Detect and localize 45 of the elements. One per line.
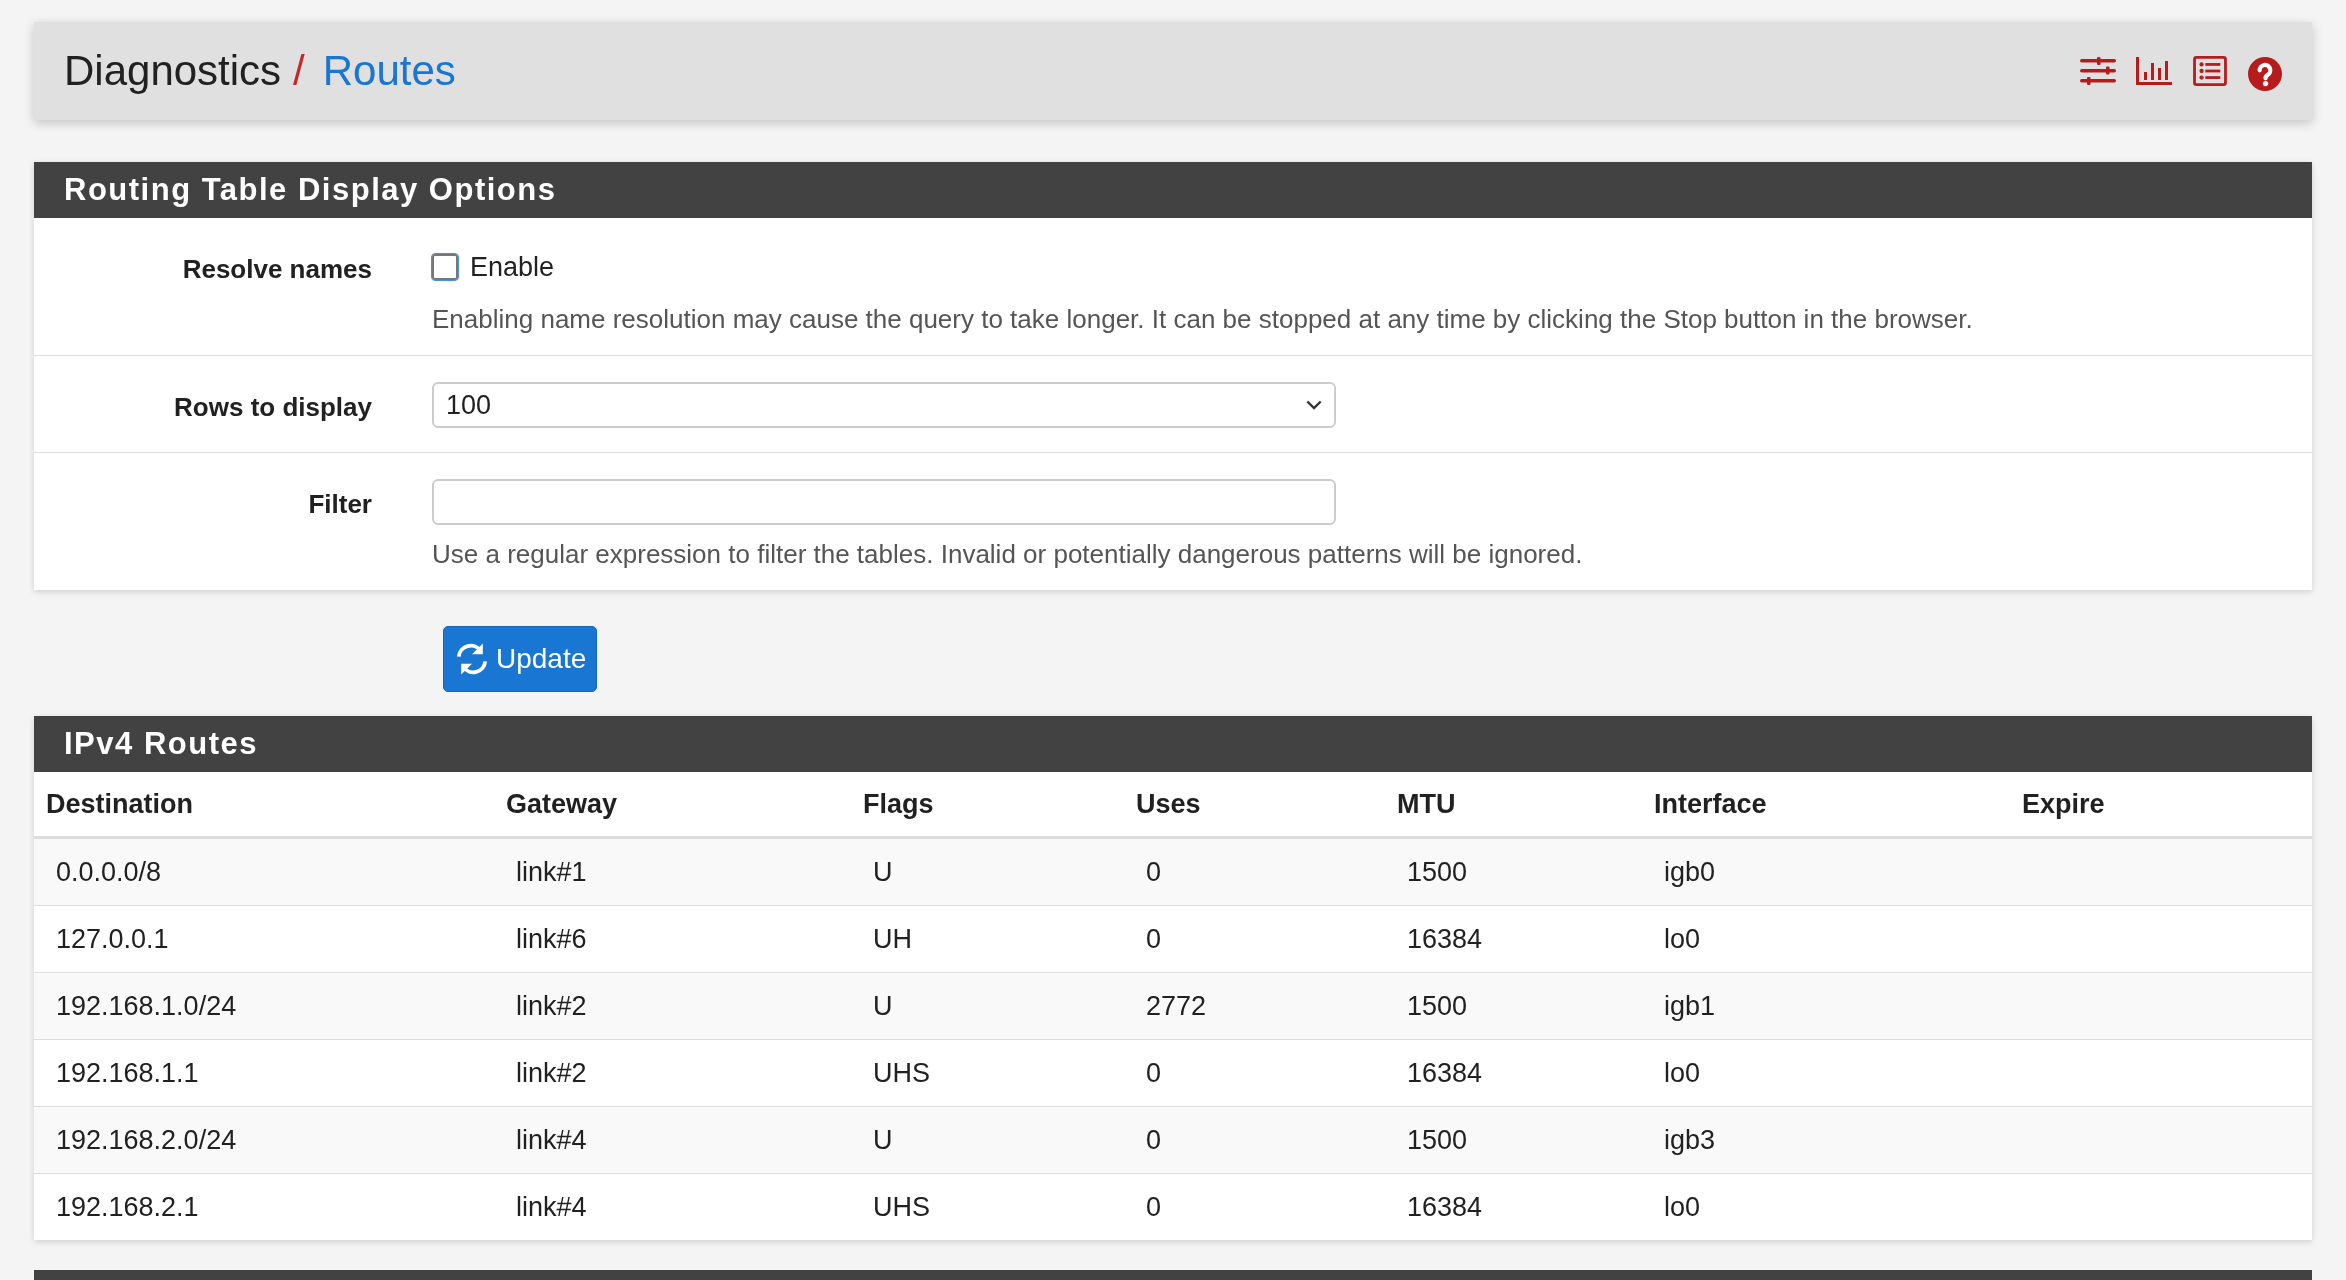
table-cell: lo0: [1642, 1173, 2010, 1240]
table-cell: 0: [1124, 1106, 1385, 1174]
rows-select[interactable]: 100: [432, 382, 1336, 428]
panel-heading: Routing Table Display Options: [34, 162, 2312, 218]
help-text: Use a regular expression to filter the tables. Invalid or potentially dangerous patterns will be ignored.: [432, 539, 1584, 570]
table-cell: U: [851, 1106, 1124, 1174]
caret-icon: [1306, 399, 1322, 411]
page-title: Routes: [322, 47, 456, 95]
table-cell: 1500: [1385, 1106, 1642, 1174]
field-label: Filter: [307, 488, 373, 521]
table-cell: UHS: [851, 1173, 1124, 1240]
update-button[interactable]: Update: [443, 626, 598, 692]
table-cell: link#1: [494, 837, 851, 906]
breadcrumb-section[interactable]: Diagnostics: [64, 47, 282, 95]
sliders-icon[interactable]: [2080, 56, 2116, 86]
bar-chart-icon[interactable]: [2136, 56, 2172, 86]
table-cell: 1500: [1385, 972, 1642, 1040]
table-cell: 16384: [1385, 1173, 1642, 1240]
table-cell: igb1: [1642, 972, 2010, 1040]
refresh-icon: [454, 641, 490, 677]
panel-heading: IPv4 Routes: [34, 716, 2312, 772]
table-cell: link#4: [494, 1173, 851, 1240]
table-cell: 192.168.1.0/24: [34, 972, 494, 1040]
table-cell: link#2: [494, 972, 851, 1040]
table-cell: link#4: [494, 1106, 851, 1174]
table-cell: U: [851, 972, 1124, 1040]
field-label: Rows to display: [173, 391, 373, 424]
table-cell: U: [851, 837, 1124, 906]
table-cell: 192.168.2.0/24: [34, 1106, 494, 1174]
table-cell: 0: [1124, 1173, 1385, 1240]
table-cell: 0.0.0.0/8: [34, 837, 494, 906]
table-cell: igb0: [1642, 837, 2010, 906]
help-text: Enabling name resolution may cause the query to take longer. It can be stopped at any time by clicking the Stop button in the browser.: [432, 304, 1974, 335]
field-label: Resolve names: [181, 253, 373, 286]
table-cell: 192.168.2.1: [34, 1173, 494, 1240]
table-cell: 1500: [1385, 837, 1642, 906]
breadcrumb-separator: /: [293, 47, 305, 95]
table-cell: 2772: [1124, 972, 1385, 1040]
list-icon[interactable]: [2192, 56, 2228, 86]
filter-input[interactable]: [432, 479, 1336, 525]
table-cell: 0: [1124, 837, 1385, 906]
checkbox-label[interactable]: Enable: [470, 251, 555, 283]
enable-checkbox[interactable]: [432, 254, 458, 280]
help-icon[interactable]: [2248, 57, 2282, 91]
table-cell: igb3: [1642, 1106, 2010, 1174]
